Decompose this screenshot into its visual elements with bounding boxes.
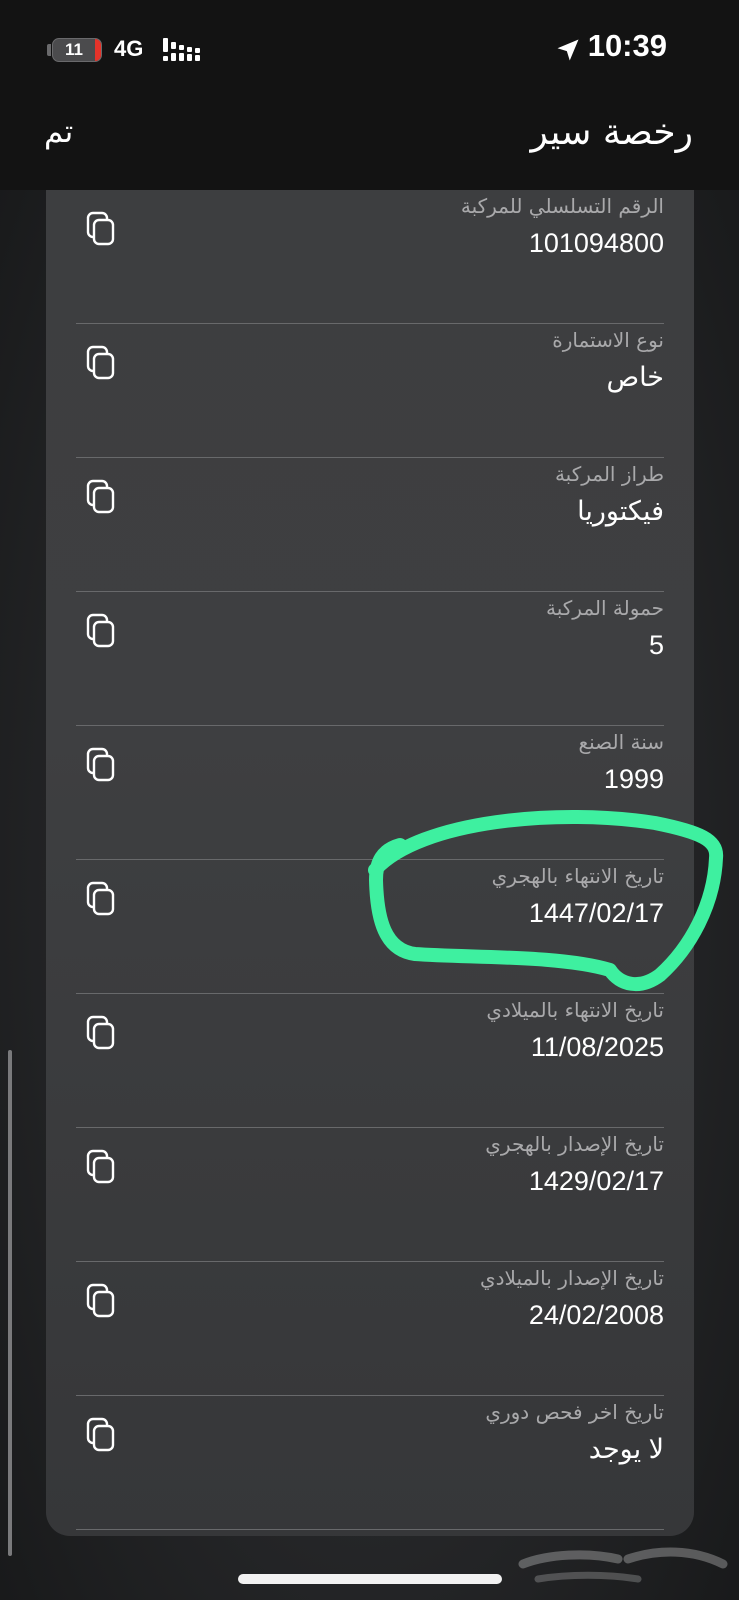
home-indicator[interactable]	[238, 1574, 502, 1584]
highlight-annotation	[368, 809, 724, 991]
watermark-logo	[518, 1547, 728, 1583]
